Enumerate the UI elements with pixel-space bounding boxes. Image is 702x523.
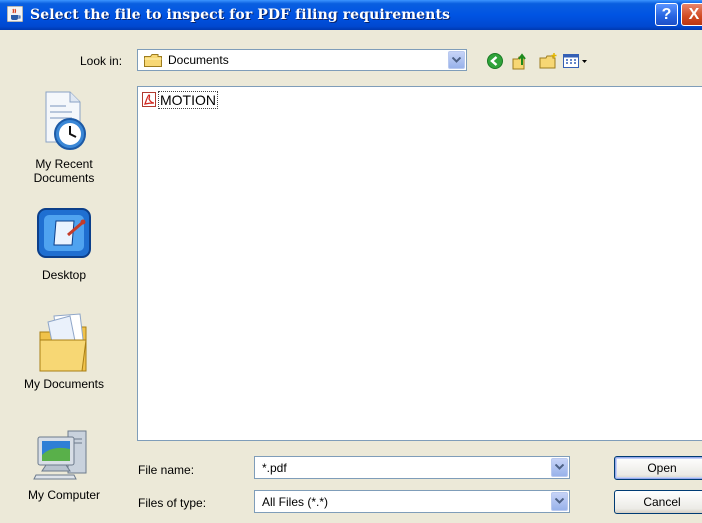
up-folder-icon[interactable] — [512, 53, 530, 70]
my-computer-icon — [33, 430, 87, 480]
title-bar[interactable]: Select the file to inspect for PDF filin… — [0, 0, 702, 30]
place-label: Desktop — [41, 268, 87, 282]
file-name-label: MOTION — [158, 91, 218, 109]
file-name-dropdown-button[interactable] — [551, 458, 568, 477]
place-label: My Recent — [35, 157, 93, 171]
my-documents-icon — [39, 313, 87, 372]
chevron-down-icon — [555, 498, 564, 504]
help-button[interactable]: ? — [655, 3, 678, 26]
open-button[interactable]: Open — [614, 456, 702, 480]
place-my-documents[interactable]: My Documents — [7, 310, 121, 391]
file-list[interactable]: MOTION — [137, 86, 702, 441]
file-name-field[interactable]: *.pdf — [254, 456, 570, 479]
file-type-dropdown-button[interactable] — [551, 492, 568, 511]
place-label: My Computer — [27, 488, 101, 502]
places-bar: My Recent Documents Desktop My Documents — [7, 85, 121, 515]
file-type-label-text: Files of type: — [138, 496, 207, 510]
dialog-title: Select the file to inspect for PDF filin… — [30, 7, 451, 23]
file-type-value: All Files (*.*) — [262, 495, 329, 509]
folder-icon — [144, 54, 162, 67]
place-label: Documents — [33, 171, 95, 185]
recent-documents-icon — [45, 91, 86, 150]
pdf-file-icon — [142, 92, 156, 107]
chevron-down-icon — [555, 464, 564, 470]
place-my-recent-documents[interactable]: My Recent Documents — [7, 90, 121, 185]
file-type-dropdown[interactable]: All Files (*.*) — [254, 490, 570, 513]
look-in-dropdown-button[interactable] — [448, 51, 465, 69]
file-name-label-text: File name: — [138, 463, 195, 477]
view-menu-icon[interactable] — [563, 53, 589, 69]
new-folder-icon[interactable] — [539, 53, 558, 69]
close-button[interactable]: X — [681, 3, 702, 26]
place-desktop[interactable]: Desktop — [7, 205, 121, 282]
file-name-value: *.pdf — [262, 461, 287, 475]
back-icon[interactable] — [487, 53, 503, 69]
place-label: My Documents — [23, 377, 105, 391]
file-open-dialog: Select the file to inspect for PDF filin… — [0, 0, 702, 523]
cancel-button[interactable]: Cancel — [614, 490, 702, 514]
place-my-computer[interactable]: My Computer — [7, 425, 121, 502]
look-in-value: Documents — [168, 53, 229, 67]
java-cup-icon — [7, 6, 23, 22]
chevron-down-icon — [452, 57, 461, 63]
look-in-label: Look in: — [80, 54, 123, 68]
look-in-dropdown[interactable]: Documents — [137, 49, 467, 71]
desktop-icon — [37, 208, 91, 258]
